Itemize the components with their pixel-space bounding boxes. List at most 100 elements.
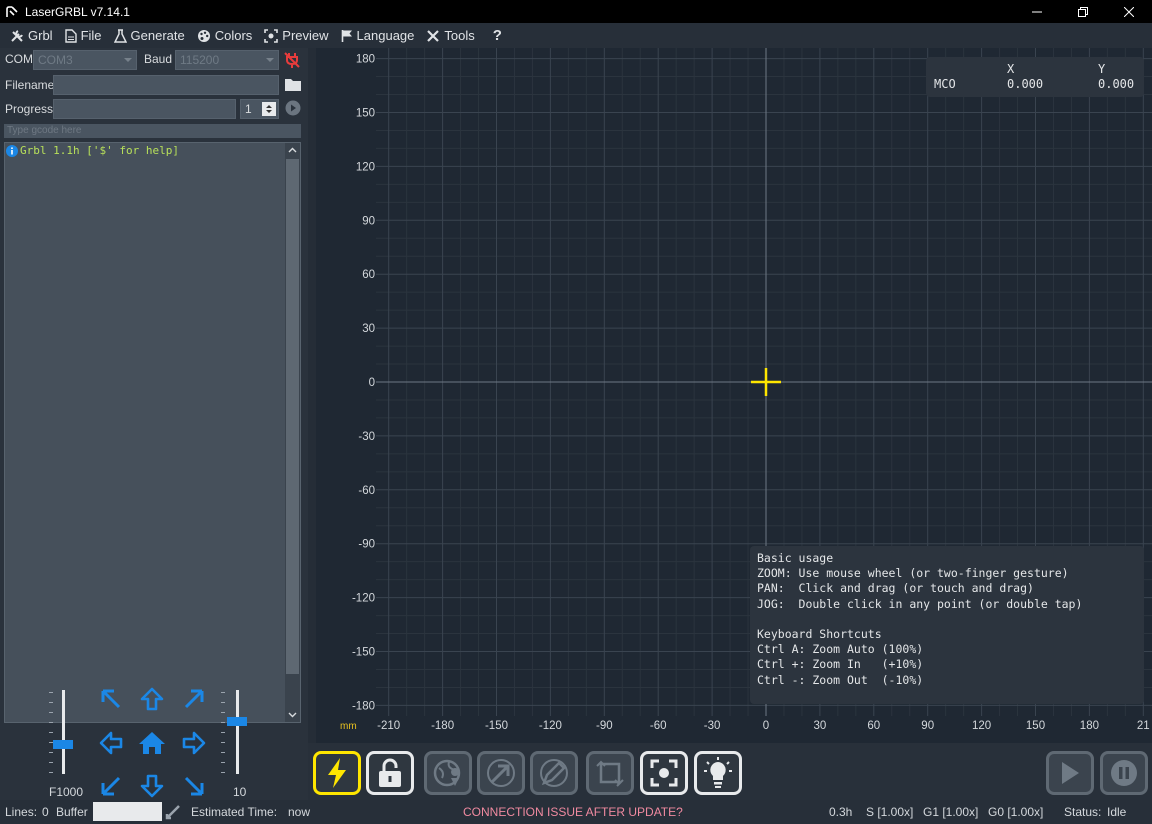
progress-label: Progress	[5, 102, 54, 116]
baud-label: Baud	[144, 52, 173, 66]
menu-colors[interactable]: Colors	[191, 23, 259, 48]
menu-preview[interactable]: Preview	[258, 23, 334, 48]
stepper-arrows-icon	[262, 102, 276, 116]
x-tick-label: -120	[539, 720, 562, 732]
laser-light-button[interactable]	[694, 751, 742, 795]
menu-generate-label: Generate	[130, 28, 185, 43]
menu-language-label: Language	[356, 28, 415, 43]
com-value: COM3	[38, 53, 73, 67]
jog-ne-button[interactable]	[179, 684, 209, 714]
y-header: Y	[1098, 62, 1106, 76]
frame-button[interactable]	[586, 751, 634, 795]
x-value: 0.000	[1007, 77, 1044, 91]
step-slider-thumb[interactable]	[227, 717, 247, 727]
run-program-icon[interactable]	[285, 100, 301, 116]
info-icon	[6, 144, 18, 157]
lightbulb-icon	[704, 757, 732, 788]
x-tick-label: -90	[596, 720, 613, 732]
x-tick-label: 30	[814, 720, 827, 732]
jog-n-button[interactable]	[137, 684, 167, 714]
y-tick-label: -30	[358, 431, 375, 443]
pause-icon	[1111, 760, 1137, 786]
tools-icon	[11, 29, 23, 42]
arrow-sw-icon	[101, 776, 121, 796]
pause-button[interactable]	[1100, 751, 1148, 795]
menu-grbl[interactable]: Grbl	[4, 23, 59, 48]
g1-override[interactable]: G1 [1.00x]	[923, 805, 978, 819]
x-tick-label: -210	[377, 720, 400, 732]
play-button[interactable]	[1046, 751, 1094, 795]
help-ctrl-a: Ctrl A: Zoom Auto (100%)	[757, 642, 924, 657]
scrollbar-thumb[interactable]	[286, 159, 299, 674]
file-icon	[64, 28, 77, 43]
buffer-bar	[93, 802, 162, 821]
com-label: COM	[5, 52, 33, 66]
close-button[interactable]	[1106, 0, 1152, 23]
menu-language[interactable]: Language	[335, 23, 421, 48]
console-scrollbar[interactable]	[285, 143, 300, 722]
feed-slider-thumb[interactable]	[53, 739, 73, 749]
estimated-time-value: now	[288, 805, 311, 819]
goto-origin-button[interactable]	[477, 751, 525, 795]
unlock-button[interactable]	[366, 751, 414, 795]
filename-field[interactable]	[53, 75, 279, 95]
jog-home-button[interactable]	[137, 728, 167, 758]
focus-button[interactable]	[530, 751, 578, 795]
connection-warning-link[interactable]: CONNECTION ISSUE AFTER UPDATE?	[463, 805, 683, 819]
arrow-se-icon	[184, 776, 204, 796]
unlock-icon	[379, 758, 401, 787]
arrow-down-icon	[140, 774, 164, 798]
progress-bar	[53, 99, 236, 119]
baud-select[interactable]: 115200	[175, 50, 279, 70]
com-select[interactable]: COM3	[33, 50, 137, 70]
folder-open-icon[interactable]	[284, 77, 302, 92]
jog-sw-button[interactable]	[96, 771, 126, 801]
menu-help[interactable]: ?	[487, 23, 508, 48]
arrow-left-icon	[99, 731, 123, 755]
menu-file[interactable]: File	[59, 23, 108, 48]
panel-divider[interactable]	[308, 48, 316, 800]
palette-icon	[197, 29, 210, 42]
origin-crosshair	[751, 368, 781, 396]
menu-help-label: ?	[492, 27, 502, 44]
y-tick-label: 90	[362, 215, 375, 227]
scroll-up-icon[interactable]	[288, 146, 297, 155]
menu-grbl-label: Grbl	[28, 28, 53, 43]
help-ctrl-plus: Ctrl +: Zoom In (+10%)	[757, 657, 924, 672]
connect-button[interactable]	[313, 751, 361, 795]
feed-slider[interactable]	[62, 690, 65, 774]
filename-label: Filename	[5, 78, 55, 92]
jog-se-button[interactable]	[179, 771, 209, 801]
help-overlay: Basic usage ZOOM: Use mouse wheel (or two…	[750, 546, 1144, 704]
home-icon	[139, 732, 165, 754]
set-origin-button[interactable]	[424, 751, 472, 795]
g0-override[interactable]: G0 [1.00x]	[988, 805, 1043, 819]
menu-generate[interactable]: Generate	[108, 23, 191, 48]
center-view-button[interactable]	[640, 751, 688, 795]
x-tick-label: 60	[867, 720, 880, 732]
estimated-time-label: Estimated Time:	[191, 805, 278, 819]
s-override[interactable]: S [1.00x]	[866, 805, 913, 819]
y-tick-label: -180	[352, 700, 375, 712]
y-tick-label: 180	[356, 54, 375, 66]
help-title: Basic usage	[757, 551, 834, 565]
menu-tools[interactable]: Tools	[420, 23, 480, 48]
jog-e-button[interactable]	[179, 728, 209, 758]
jog-nw-button[interactable]	[96, 684, 126, 714]
status-value: Idle	[1107, 805, 1127, 819]
disconnected-plug-icon[interactable]	[283, 51, 301, 69]
focus-target-icon	[650, 759, 678, 787]
menu-file-label: File	[80, 28, 102, 43]
status-bar: Lines: 0 Buffer Estimated Time: now CONN…	[0, 800, 1152, 824]
restore-button[interactable]	[1060, 0, 1106, 23]
copies-value: 1	[245, 102, 252, 116]
x-tick-label: 150	[1026, 720, 1045, 732]
jog-w-button[interactable]	[96, 728, 126, 758]
copies-stepper[interactable]: 1	[240, 99, 279, 119]
lightning-icon	[328, 758, 346, 788]
step-slider[interactable]	[236, 690, 239, 774]
minimize-button[interactable]	[1014, 0, 1060, 23]
jog-s-button[interactable]	[137, 771, 167, 801]
gcode-input[interactable]: Type gcode here	[4, 124, 301, 138]
status-label: Status:	[1064, 805, 1102, 819]
